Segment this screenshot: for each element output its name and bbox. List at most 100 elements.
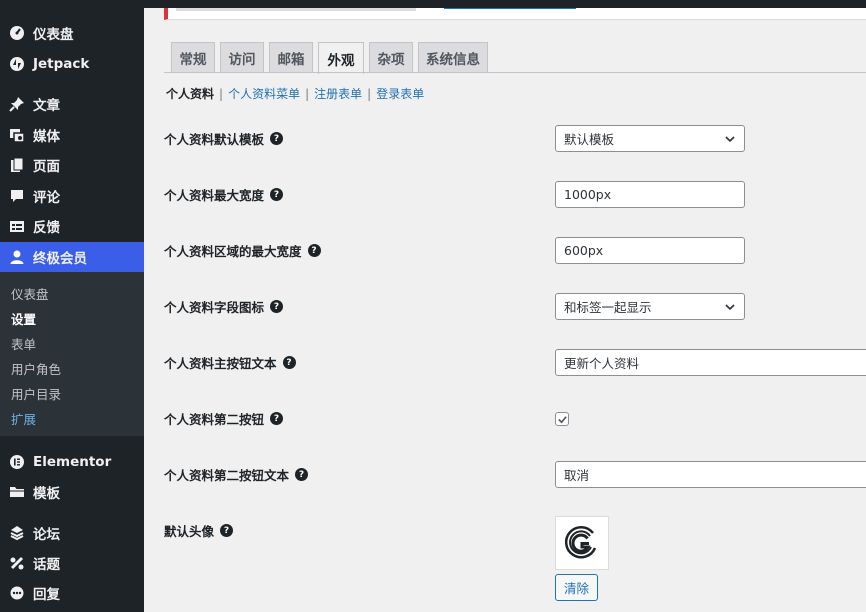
label-default-avatar: 默认头像 ? (164, 521, 234, 540)
label-text: 个人资料第二按钮 (164, 412, 265, 427)
default-avatar-preview (555, 516, 609, 570)
label-profile-max-width: 个人资料最大宽度 ? (164, 185, 284, 204)
submenu-item-dashboard[interactable]: 仪表盘 (11, 284, 49, 303)
menu-label: 反馈 (33, 220, 60, 236)
menu-label: 文章 (33, 98, 60, 114)
subnav-link-login-form[interactable]: 登录表单 (376, 85, 424, 102)
menu-label: 回复 (33, 587, 60, 603)
subnav-link-profile-menu[interactable]: 个人资料菜单 (228, 85, 300, 102)
menu-pages[interactable]: 页面 (0, 150, 144, 180)
feedback-icon (8, 217, 26, 235)
submenu-item-user-roles[interactable]: 用户角色 (11, 359, 61, 378)
menu-label: 终极会员 (33, 251, 87, 267)
label-profile-secondary-button: 个人资料第二按钮 ? (164, 409, 284, 428)
settings-tabs: 常规 访问 邮箱 外观 杂项 系统信息 (171, 42, 493, 74)
help-icon[interactable]: ? (270, 412, 284, 425)
help-icon[interactable]: ? (295, 468, 309, 481)
subnav-link-register-form[interactable]: 注册表单 (314, 85, 362, 102)
comment-icon (8, 187, 26, 205)
folder-icon (8, 483, 26, 501)
checkmark-icon (557, 415, 567, 423)
subsubsub-nav: 个人资料 | 个人资料菜单 | 注册表单 | 登录表单 (166, 85, 424, 102)
label-profile-field-icons: 个人资料字段图标 ? (164, 297, 284, 316)
menu-jetpack[interactable]: Jetpack (0, 49, 144, 79)
submenu-item-settings[interactable]: 设置 (11, 309, 36, 328)
tab-misc[interactable]: 杂项 (369, 42, 413, 73)
menu-label: 话题 (33, 557, 60, 573)
submenu-item-extensions[interactable]: 扩展 (11, 409, 36, 428)
menu-elementor[interactable]: Elementor (0, 447, 144, 477)
menu-posts[interactable]: 文章 (0, 89, 144, 119)
submenu-ultimate-member: 仪表盘 设置 表单 用户角色 用户目录 扩展 (0, 272, 144, 436)
label-profile-template: 个人资料默认模板 ? (164, 129, 284, 148)
submenu-item-forms[interactable]: 表单 (11, 334, 36, 353)
help-icon[interactable]: ? (270, 300, 284, 313)
jetpack-icon (8, 55, 26, 73)
menu-templates[interactable]: 模板 (0, 477, 144, 507)
chevron-down-icon (725, 304, 735, 311)
dashboard-icon (8, 24, 26, 42)
admin-bar (144, 0, 866, 8)
select-profile-field-icons[interactable]: 和标签一起显示 (555, 293, 745, 320)
input-profile-primary-button-text[interactable]: 更新个人资料 (555, 349, 866, 376)
input-profile-max-width[interactable]: 1000px (555, 181, 745, 208)
gravatar-logo-icon (564, 526, 597, 559)
help-icon[interactable]: ? (270, 188, 284, 201)
subnav-current-profile[interactable]: 个人资料 (166, 85, 214, 102)
label-profile-primary-button-text: 个人资料主按钮文本 ? (164, 353, 296, 372)
tab-access[interactable]: 访问 (220, 42, 264, 73)
menu-ultimate-member[interactable]: 终极会员 (0, 242, 144, 272)
submenu-item-member-directory[interactable]: 用户目录 (11, 384, 61, 403)
menu-forums[interactable]: 论坛 (0, 518, 144, 548)
label-text: 默认头像 (164, 524, 215, 539)
help-icon[interactable]: ? (282, 356, 296, 369)
menu-media[interactable]: 媒体 (0, 120, 144, 150)
menu-label: 模板 (33, 486, 60, 502)
label-profile-area-max-width: 个人资料区域的最大宽度 ? (164, 241, 321, 260)
input-profile-area-max-width[interactable]: 600px (555, 237, 745, 264)
label-text: 个人资料最大宽度 (164, 188, 265, 203)
menu-label: 媒体 (33, 129, 60, 145)
label-profile-secondary-button-text: 个人资料第二按钮文本 ? (164, 465, 309, 484)
clear-avatar-button[interactable]: 清除 (555, 574, 598, 601)
select-profile-template[interactable]: 默认模板 (555, 125, 745, 152)
pin-icon (8, 95, 26, 113)
topic-icon (8, 554, 26, 572)
menu-topics[interactable]: 话题 (0, 548, 144, 578)
subnav-separator: | (305, 86, 310, 101)
menu-feedback[interactable]: 反馈 (0, 211, 144, 241)
reply-icon (8, 584, 26, 602)
notice-link[interactable] (444, 8, 576, 9)
menu-label: Jetpack (33, 56, 90, 72)
chevron-down-icon (725, 136, 735, 143)
help-icon[interactable]: ? (307, 244, 321, 257)
subnav-separator: | (219, 86, 224, 101)
admin-sidebar: 仪表盘 Jetpack 文章 媒体 页面 评论 反馈 终极会员 仪表盘 设置 表… (0, 0, 144, 612)
menu-label: 论坛 (33, 527, 60, 543)
select-value: 和标签一起显示 (564, 300, 652, 315)
label-text: 个人资料字段图标 (164, 300, 265, 315)
menu-replies[interactable]: 回复 (0, 578, 144, 608)
help-icon[interactable]: ? (220, 524, 234, 537)
main-content: 常规 访问 邮箱 外观 杂项 系统信息 个人资料 | 个人资料菜单 | 注册表单… (144, 0, 866, 612)
menu-comments[interactable]: 评论 (0, 181, 144, 211)
menu-label: 仪表盘 (33, 27, 74, 43)
notice-text-fragment (176, 8, 416, 11)
admin-notice (164, 8, 866, 20)
menu-label: Elementor (33, 454, 112, 470)
pages-icon (8, 156, 26, 174)
menu-label: 页面 (33, 159, 60, 175)
tab-system-info[interactable]: 系统信息 (418, 42, 488, 73)
tab-general[interactable]: 常规 (171, 42, 215, 73)
menu-dashboard[interactable]: 仪表盘 (0, 18, 144, 48)
tabs-divider (164, 72, 866, 73)
tab-email[interactable]: 邮箱 (269, 42, 313, 73)
help-icon[interactable]: ? (270, 132, 284, 145)
menu-label: 评论 (33, 190, 60, 206)
user-icon (8, 248, 26, 266)
label-text: 个人资料默认模板 (164, 132, 265, 147)
input-profile-secondary-button-text[interactable]: 取消 (555, 461, 866, 488)
tab-appearance[interactable]: 外观 (318, 42, 364, 74)
elementor-icon (8, 453, 26, 471)
checkbox-profile-secondary-button[interactable] (555, 412, 569, 426)
